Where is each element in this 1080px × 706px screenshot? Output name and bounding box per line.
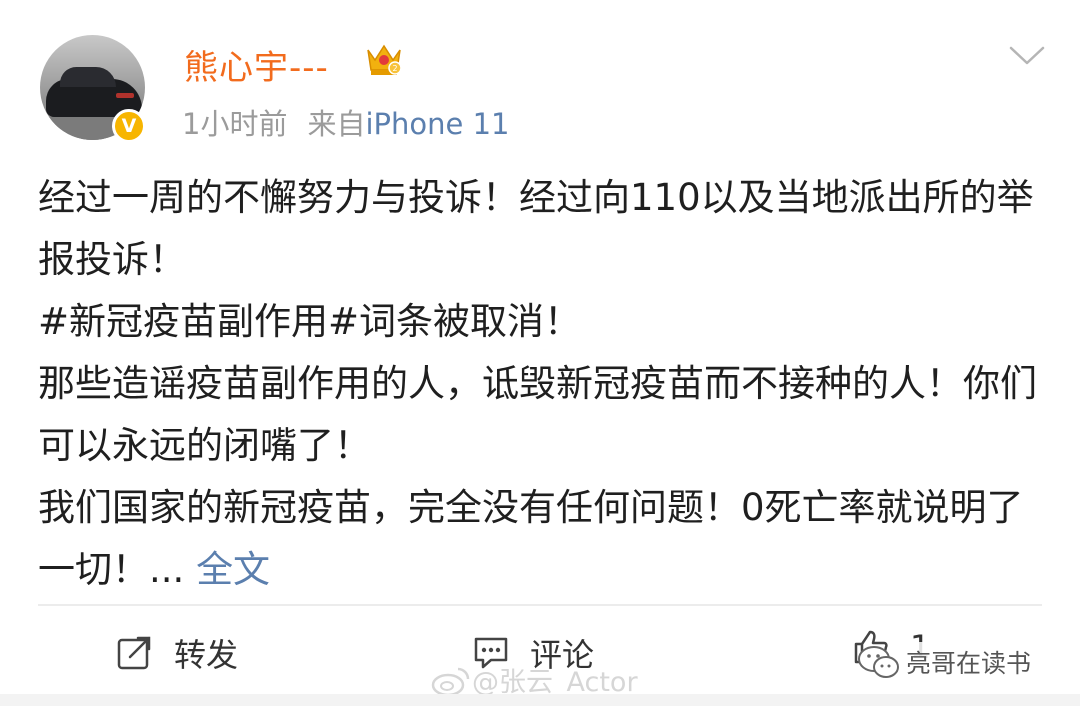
post-body: 经过一周的不懈努力与投诉！经过向110以及当地派出所的举报投诉！ #新冠疫苗副作… <box>38 167 1048 601</box>
watermark-right-text: 亮哥在读书 <box>902 642 1036 682</box>
post-line-last: 我们国家的新冠疫苗，完全没有任何问题！0死亡率就说明了一切！... 全文 <box>38 477 1048 601</box>
watermark-wechat: 亮哥在读书 <box>856 642 1036 682</box>
chevron-down-icon[interactable] <box>1008 44 1046 68</box>
divider <box>38 604 1042 606</box>
post-source-prefix: 来自 <box>307 107 366 141</box>
avatar-car-lamp <box>116 93 134 98</box>
repost-button[interactable]: 转发 <box>116 630 238 676</box>
svg-text:2: 2 <box>392 64 397 73</box>
post-time: 1小时前 <box>182 107 288 141</box>
post-source-link[interactable]: iPhone 11 <box>365 107 509 141</box>
wechat-logo-icon <box>858 646 899 678</box>
post-line: 经过一周的不懈努力与投诉！经过向110以及当地派出所的举报投诉！ <box>38 176 1034 281</box>
post-meta: 1小时前 来自iPhone 11 <box>182 101 509 143</box>
post-last-text: 我们国家的新冠疫苗，完全没有任何问题！0死亡率就说明了一切！... <box>38 486 1024 591</box>
crown-icon[interactable]: 2 <box>364 40 404 78</box>
full-text-link[interactable]: 全文 <box>196 548 270 591</box>
weibo-logo-icon <box>431 667 470 696</box>
repost-label: 转发 <box>174 636 239 674</box>
bottom-strip <box>0 694 1080 706</box>
post-line: 那些造谣疫苗副作用的人，诋毁新冠疫苗而不接种的人！你们可以永远的闭嘴了！ <box>38 362 1037 467</box>
post-line: #新冠疫苗副作用#词条被取消！ <box>38 300 582 343</box>
username[interactable]: 熊心宇--- <box>184 40 329 89</box>
repost-icon <box>117 636 151 670</box>
verified-badge-icon: V <box>112 109 146 143</box>
